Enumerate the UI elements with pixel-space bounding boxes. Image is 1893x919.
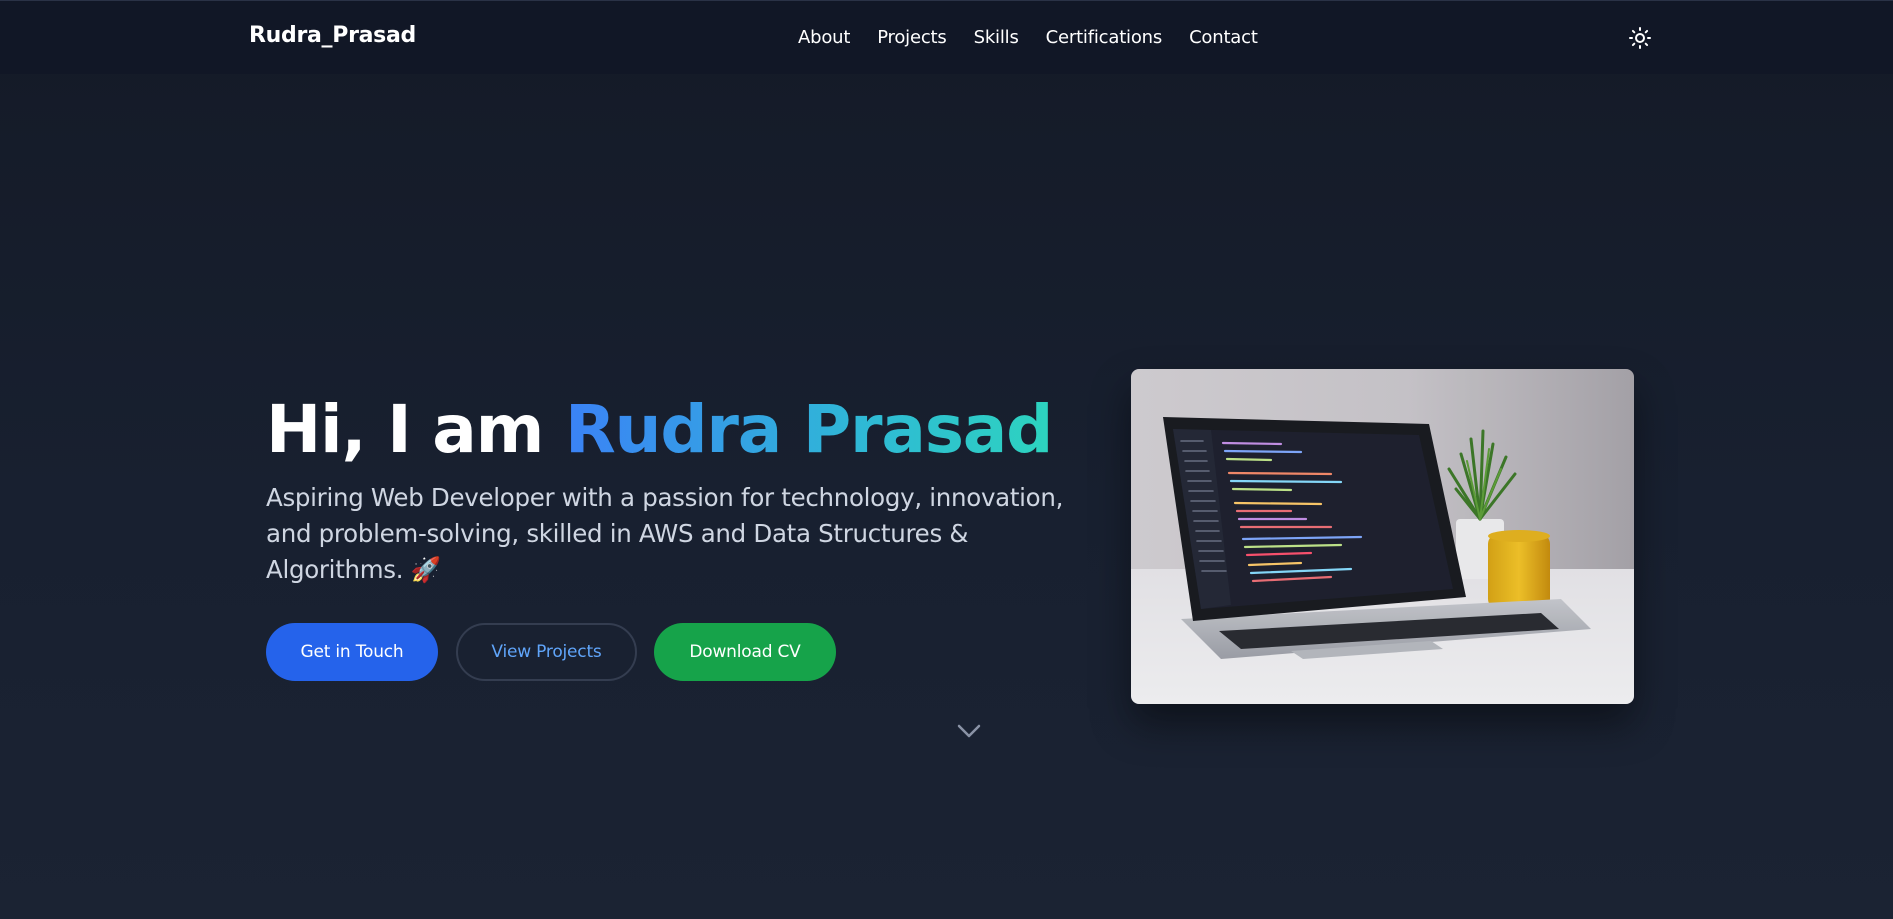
nav-link-contact[interactable]: Contact (1189, 27, 1258, 48)
theme-toggle-button[interactable] (1628, 26, 1652, 50)
hero-name: Rudra Prasad (564, 391, 1053, 468)
hero-subtitle: Aspiring Web Developer with a passion fo… (266, 483, 1064, 584)
nav-link-certifications[interactable]: Certifications (1046, 27, 1163, 48)
scroll-down-button[interactable] (956, 722, 982, 740)
laptop-photo (1131, 369, 1634, 704)
hero-title: Hi, I am Rudra Prasad (266, 390, 1053, 470)
hero-image (1131, 369, 1634, 704)
nav-link-projects[interactable]: Projects (877, 27, 947, 48)
sun-icon (1629, 27, 1651, 49)
view-projects-button[interactable]: View Projects (456, 623, 637, 681)
hero-greeting: Hi, I am (266, 391, 565, 468)
nav-links: About Projects Skills Certifications Con… (798, 27, 1258, 48)
brand-logo[interactable]: Rudra_Prasad (249, 23, 416, 48)
nav-link-skills[interactable]: Skills (974, 27, 1019, 48)
chevron-down-icon (957, 724, 981, 738)
download-cv-button[interactable]: Download CV (654, 623, 836, 681)
get-in-touch-button[interactable]: Get in Touch (266, 623, 438, 681)
nav-link-about[interactable]: About (798, 27, 850, 48)
navbar: Rudra_Prasad About Projects Skills Certi… (0, 0, 1893, 74)
